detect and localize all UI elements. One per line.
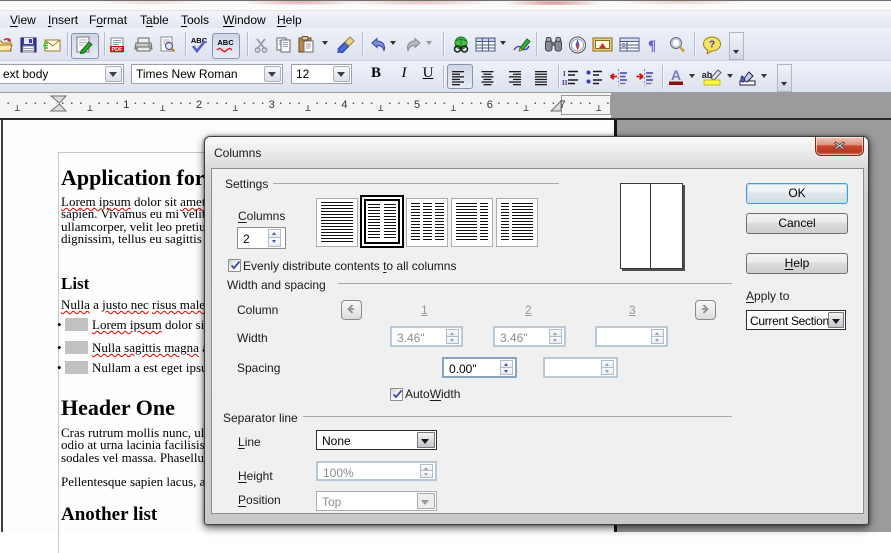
svg-text:3: 3 bbox=[269, 99, 275, 111]
svg-text:¶: ¶ bbox=[648, 38, 656, 53]
svg-text:ABC: ABC bbox=[217, 38, 234, 47]
svg-text:2: 2 bbox=[196, 99, 202, 111]
svg-text:?: ? bbox=[709, 40, 715, 51]
svg-text:5: 5 bbox=[414, 99, 420, 111]
svg-text:A: A bbox=[671, 68, 681, 83]
svg-text:ABC: ABC bbox=[191, 36, 208, 45]
svg-text:I: I bbox=[563, 70, 566, 78]
svg-text:6: 6 bbox=[487, 99, 493, 111]
svg-text:4: 4 bbox=[341, 99, 347, 111]
svg-text:II: II bbox=[562, 79, 568, 87]
svg-text:1: 1 bbox=[123, 99, 129, 111]
svg-text:PDF: PDF bbox=[112, 47, 124, 53]
